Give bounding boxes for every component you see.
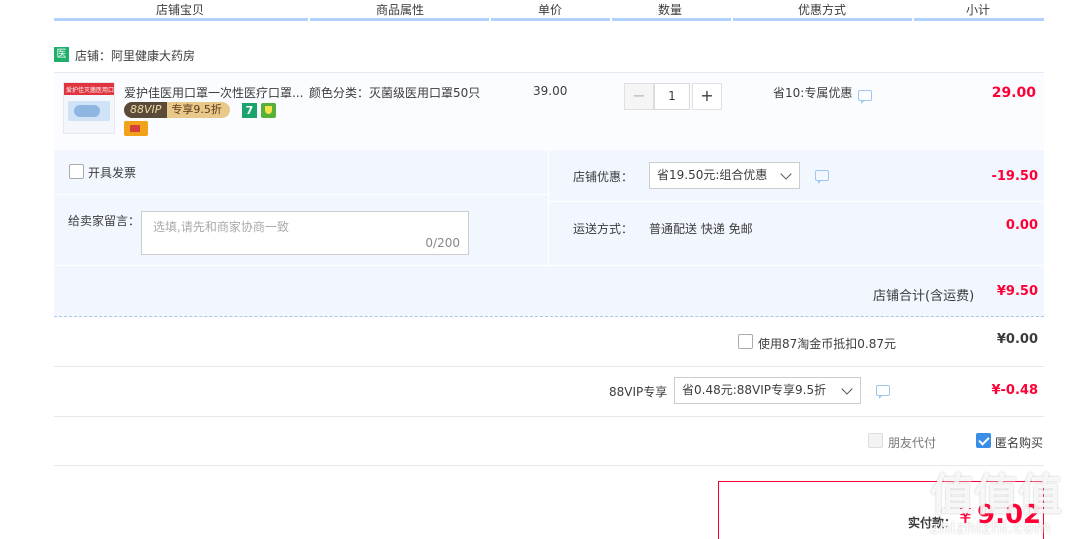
vip88-label: 88VIP专享 (609, 385, 668, 399)
product-property: 颜色分类：灭菌级医用口罩50只 (309, 86, 481, 100)
invoice-label: 开具发票 (88, 166, 137, 180)
anonymous-checkbox[interactable] (976, 433, 991, 448)
col-header-property: 商品属性 (375, 3, 424, 17)
shop-name[interactable]: 店铺：阿里健康大药房 (75, 47, 195, 64)
shield-icon (261, 103, 276, 118)
vip88-amount: ¥-0.48 (991, 383, 1038, 398)
vip88-selected: 省0.48元:88VIP专享9.5折 (682, 383, 827, 397)
shipping-label: 运送方式： (573, 222, 634, 236)
message-placeholder: 选填,请先和商家协商一致 (153, 220, 289, 234)
header-underline (612, 18, 731, 21)
qty-minus-button[interactable]: − (624, 83, 654, 110)
seven-day-return-icon: 7 (242, 103, 257, 118)
header-underline (54, 18, 308, 21)
taobao-coin-label: 使用87淘金币抵扣0.87元 (758, 337, 896, 351)
taobao-coin-amount: ¥0.00 (996, 332, 1038, 347)
product-thumbnail[interactable]: 爱护佳灭菌医用口罩 (63, 82, 115, 134)
quantity-input[interactable]: 1 (654, 83, 690, 110)
qty-plus-button[interactable]: + (692, 83, 722, 110)
divider (54, 465, 1044, 466)
shipping-amount: 0.00 (1005, 218, 1038, 233)
header-underline (914, 18, 1044, 21)
shop-discount-selected: 省19.50元:组合优惠 (657, 168, 768, 182)
header-underline (491, 18, 610, 21)
chevron-down-icon (841, 383, 853, 395)
credit-card-icon (124, 121, 148, 136)
vip88-select[interactable]: 省0.48元:88VIP专享9.5折 (674, 377, 861, 404)
vip-badge-discount: 专享9.5折 (167, 102, 230, 118)
watermark-url: zhizhizhi.com (930, 518, 1052, 537)
header-underline (733, 18, 912, 21)
header-underline (310, 18, 489, 21)
shipping-value: 普通配送 快递 免邮 (649, 222, 753, 236)
message-counter: 0/200 (425, 236, 460, 250)
divider (54, 416, 1044, 417)
comment-icon[interactable] (858, 90, 872, 104)
friend-pay-label: 朋友代付 (888, 436, 937, 450)
product-title[interactable]: 爱护佳医用口罩一次性医疗口罩... (124, 84, 304, 101)
friend-pay-checkbox[interactable] (868, 433, 883, 448)
col-header-unit-price: 单价 (537, 3, 562, 17)
divider (54, 366, 1044, 367)
col-header-quantity: 数量 (657, 3, 682, 17)
shop-discount-select[interactable]: 省19.50元:组合优惠 (649, 162, 800, 189)
comment-icon[interactable] (815, 170, 829, 184)
anonymous-label: 匿名购买 (995, 436, 1044, 450)
unit-price: 39.00 (533, 84, 568, 98)
message-label: 给卖家留言： (68, 214, 141, 228)
comment-icon[interactable] (876, 385, 890, 399)
shop-total-label: 店铺合计(含运费) (873, 289, 975, 304)
invoice-checkbox[interactable] (69, 164, 84, 179)
chevron-down-icon (780, 168, 792, 180)
item-subtotal: 29.00 (991, 85, 1036, 101)
vip-discount-badge: 88VIP 专享9.5折 (124, 102, 230, 118)
vip-badge-label: 88VIP (124, 102, 168, 118)
shop-discount-amount: -19.50 (991, 169, 1038, 184)
shop-discount-label: 店铺优惠： (573, 170, 634, 184)
watermark-logo: 值值值 (930, 470, 1062, 521)
thumb-label: 爱护佳灭菌医用口罩 (66, 87, 115, 94)
pharmacy-badge-icon: 医 (54, 47, 69, 62)
col-header-subtotal: 小计 (965, 3, 990, 17)
item-promo: 省10:专属优惠 (773, 86, 853, 100)
taobao-coin-checkbox[interactable] (738, 334, 753, 349)
quantity-stepper: − 1 + (624, 83, 722, 110)
col-header-discount: 优惠方式 (797, 3, 846, 17)
message-textarea[interactable]: 选填,请先和商家协商一致 0/200 (141, 211, 469, 255)
shop-total-amount: ¥9.50 (996, 284, 1038, 299)
col-header-item: 店铺宝贝 (155, 3, 204, 17)
